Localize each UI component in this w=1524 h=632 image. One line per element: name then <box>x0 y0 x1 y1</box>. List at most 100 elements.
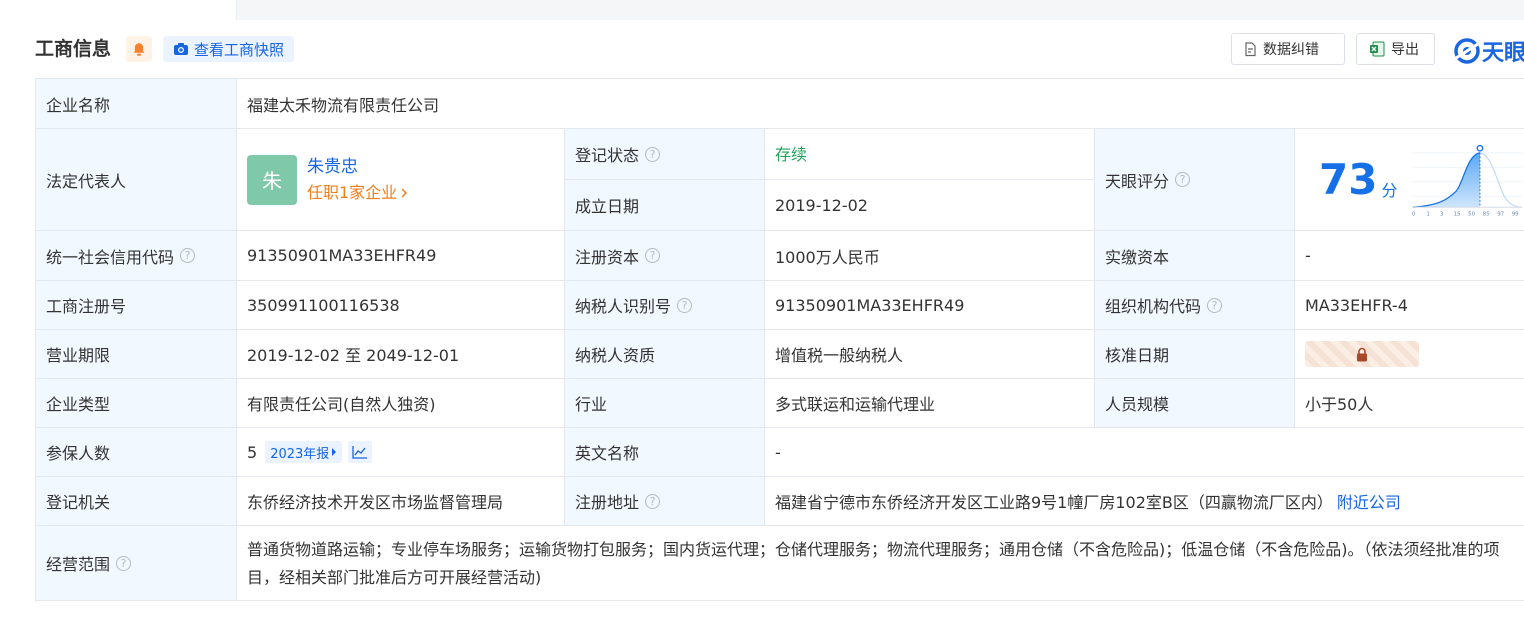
company-name-value: 福建太禾物流有限责任公司 <box>237 79 1524 129</box>
approve-date-cell <box>1295 330 1524 379</box>
nearby-companies-link[interactable]: 附近公司 <box>1337 489 1401 513</box>
credit-code-value: 91350901MA33EHFR49 <box>237 231 565 281</box>
document-edit-icon <box>1245 41 1256 56</box>
reg-no-value: 350991100116538 <box>237 281 565 330</box>
view-snapshot-label: 查看工商快照 <box>194 40 285 59</box>
company-type-label: 企业类型 <box>36 379 237 428</box>
annual-report-year: 2023年报 <box>270 446 330 462</box>
tianyan-logo-icon <box>1454 38 1480 64</box>
help-icon[interactable]: ? <box>1207 297 1223 313</box>
score-tick: 15 <box>1454 211 1461 217</box>
found-date-value: 2019-12-02 <box>765 180 1095 231</box>
reg-status-value: 存续 <box>765 129 1095 180</box>
export-label: 导出 <box>1391 42 1419 58</box>
top-strip <box>0 0 1524 20</box>
locked-value-button[interactable] <box>1305 341 1419 367</box>
org-code-label-cell: 组织机构代码? <box>1095 281 1295 330</box>
view-snapshot-button[interactable]: 查看工商快照 <box>163 36 295 62</box>
insured-value: 5 <box>247 442 258 462</box>
tianyan-score-label: 天眼评分 <box>1105 171 1170 191</box>
business-info-table: 企业名称 福建太禾物流有限责任公司 法定代表人 朱 朱贵忠 任职1家企业 登记状… <box>35 78 1524 602</box>
section-header: 工商信息 查看工商快照 数据纠错 导出 天眼 <box>0 20 1524 78</box>
reg-status-label-cell: 登记状态? <box>565 129 765 180</box>
staff-size-label: 人员规模 <box>1095 379 1295 428</box>
reg-authority-label: 登记机关 <box>36 477 237 526</box>
excel-icon <box>1370 41 1385 57</box>
reg-status-label: 登记状态 <box>575 146 640 165</box>
top-strip-tab <box>0 0 237 20</box>
reg-no-label: 工商注册号 <box>36 281 237 330</box>
avatar[interactable]: 朱 <box>247 154 297 205</box>
staff-size-value: 小于50人 <box>1295 379 1524 428</box>
tianyan-score-value: 73 <box>1319 155 1378 204</box>
chevron-right-icon <box>401 187 408 198</box>
reg-address-label: 注册地址 <box>575 493 640 512</box>
data-correction-label: 数据纠错 <box>1263 42 1319 58</box>
company-type-value: 有限责任公司(自然人独资) <box>237 379 565 428</box>
scope-value: 普通货物道路运输；专业停车场服务；运输货物打包服务；国内货运代理；仓储代理服务；… <box>237 526 1524 601</box>
scope-label-cell: 经营范围? <box>36 526 237 601</box>
industry-label: 行业 <box>565 379 765 428</box>
help-icon[interactable]: ? <box>645 146 661 162</box>
annual-report-year-tag[interactable]: 2023年报 <box>265 441 343 463</box>
insured-label: 参保人数 <box>36 428 237 477</box>
reg-address-cell: 福建省宁德市东侨经济开发区工业路9号1幢厂房102室B区（四赢物流厂区内） 附近… <box>765 477 1524 526</box>
scope-label: 经营范围 <box>46 555 111 574</box>
english-name-label: 英文名称 <box>565 428 765 477</box>
data-correction-button[interactable]: 数据纠错 <box>1231 33 1345 65</box>
legal-rep-positions-link[interactable]: 任职1家企业 <box>307 180 409 206</box>
reg-authority-value: 东侨经济技术开发区市场监督管理局 <box>237 477 565 526</box>
legal-rep-positions-label: 任职1家企业 <box>307 182 398 202</box>
score-tick: 85 <box>1483 211 1490 217</box>
legal-rep-label: 法定代表人 <box>36 129 237 231</box>
paid-capital-value: - <box>1295 231 1524 281</box>
taxpayer-id-label-cell: 纳税人识别号? <box>565 281 765 330</box>
help-icon[interactable]: ? <box>116 555 132 571</box>
org-code-label: 组织机构代码 <box>1105 297 1202 316</box>
legal-rep-name-link[interactable]: 朱贵忠 <box>307 154 409 180</box>
score-distribution-chart: 0 1 3 15 50 85 97 99 <box>1412 144 1523 217</box>
logo-text: 天眼 <box>1482 41 1524 66</box>
reg-capital-label-cell: 注册资本? <box>565 231 765 281</box>
help-icon[interactable]: ? <box>1175 172 1191 187</box>
taxpayer-id-value: 91350901MA33EHFR49 <box>765 281 1095 330</box>
bell-icon[interactable] <box>126 36 152 62</box>
reg-address-label-cell: 注册地址? <box>565 477 765 526</box>
industry-value: 多式联运和运输代理业 <box>765 379 1095 428</box>
score-tick: 99 <box>1512 211 1519 217</box>
score-tick: 1 <box>1427 211 1430 217</box>
org-code-value: MA33EHFR-4 <box>1295 281 1524 330</box>
camera-icon <box>173 42 189 56</box>
biz-term-label: 营业期限 <box>36 330 237 379</box>
taxpayer-qual-value: 增值税一般纳税人 <box>765 330 1095 379</box>
approve-date-label: 核准日期 <box>1095 330 1295 379</box>
help-icon[interactable]: ? <box>180 248 196 263</box>
reg-address-value: 福建省宁德市东侨经济开发区工业路9号1幢厂房102室B区（四赢物流厂区内） <box>775 493 1333 512</box>
tianyancha-logo: 天眼 <box>1454 35 1524 67</box>
export-button[interactable]: 导出 <box>1356 33 1435 65</box>
biz-term-value: 2019-12-02 至 2049-12-01 <box>237 330 565 379</box>
score-tick: 97 <box>1498 211 1505 217</box>
taxpayer-id-label: 纳税人识别号 <box>575 297 672 316</box>
score-tick: 3 <box>1441 211 1445 217</box>
found-date-label: 成立日期 <box>565 180 765 231</box>
section-title: 工商信息 <box>35 38 112 60</box>
help-icon[interactable]: ? <box>645 248 661 263</box>
english-name-value: - <box>765 428 1524 477</box>
paid-capital-label: 实缴资本 <box>1095 231 1295 281</box>
reg-capital-label: 注册资本 <box>575 247 640 267</box>
taxpayer-qual-label: 纳税人资质 <box>565 330 765 379</box>
score-tick: 50 <box>1469 211 1476 217</box>
lock-icon <box>1357 347 1367 361</box>
score-label-cell: 天眼评分? <box>1095 129 1295 231</box>
credit-code-label-cell: 统一社会信用代码? <box>36 231 237 281</box>
score-cell[interactable]: 73 分 0 1 3 15 50 85 97 99 <box>1295 129 1524 231</box>
score-tick: 0 <box>1412 211 1416 217</box>
insured-cell: 5 2023年报 <box>237 428 565 477</box>
trend-chart-icon[interactable] <box>348 441 373 463</box>
tianyan-score-unit: 分 <box>1381 180 1398 200</box>
help-icon[interactable]: ? <box>677 297 693 313</box>
legal-rep-cell: 朱 朱贵忠 任职1家企业 <box>237 129 565 231</box>
help-icon[interactable]: ? <box>645 493 661 509</box>
reg-capital-value: 1000万人民币 <box>765 231 1095 281</box>
